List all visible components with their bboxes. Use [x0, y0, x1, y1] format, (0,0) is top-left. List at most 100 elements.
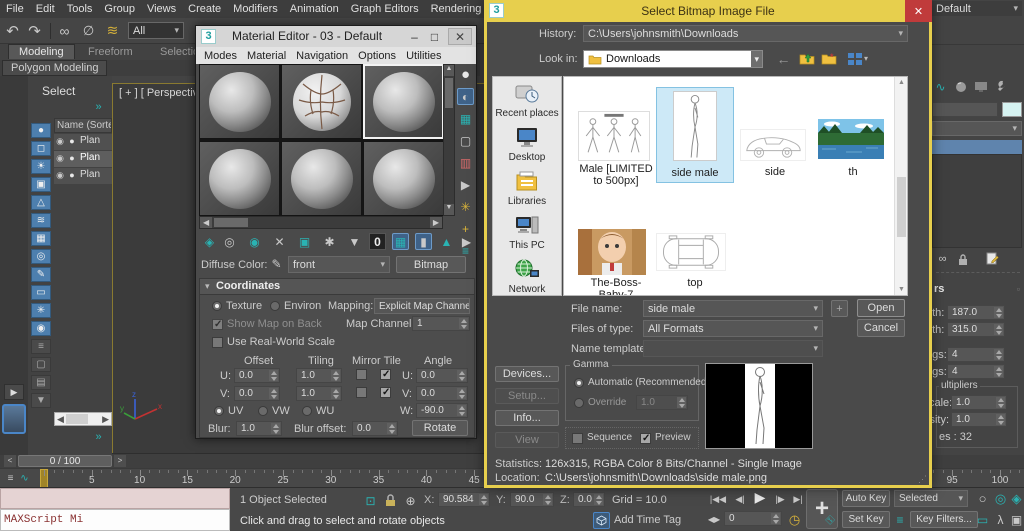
filter-helpers-icon[interactable]: △ [31, 195, 51, 210]
me-menu-utilities[interactable]: Utilities [406, 50, 441, 62]
density-field[interactable]: 1.0 [951, 412, 1007, 427]
spinner[interactable] [269, 388, 278, 399]
workspace-combo[interactable]: Default [932, 1, 1022, 16]
resize-grip[interactable]: ⋰ [918, 474, 927, 485]
scroll-up-arrow[interactable]: ▲ [898, 79, 905, 86]
go-parent-icon[interactable]: ▲ [438, 233, 455, 250]
name-template-combo[interactable] [643, 340, 823, 357]
absolute-offset-icon[interactable]: ⊕ [402, 492, 419, 509]
setup-button[interactable]: Setup... [495, 388, 559, 404]
time-slider-handle[interactable]: 0 / 100 [18, 455, 112, 467]
file-item-top-car[interactable]: top [656, 233, 734, 295]
modifier-stack-list[interactable] [932, 154, 1022, 248]
material-slot-3-active[interactable] [363, 64, 443, 139]
material-slot-4[interactable] [199, 141, 280, 216]
look-in-combo[interactable]: Downloads [583, 50, 763, 68]
spinner[interactable] [457, 405, 466, 416]
material-slot-2-textured[interactable] [281, 64, 362, 139]
expand-tray-icon[interactable]: ▶ [4, 384, 24, 400]
scroll-thumb[interactable] [214, 218, 249, 227]
spinner[interactable] [543, 494, 552, 505]
devices-button[interactable]: Devices... [495, 366, 559, 382]
explorer-filter-icon[interactable]: ▼ [31, 393, 51, 408]
bind-spacewarp-icon[interactable]: ≋ [104, 22, 121, 39]
y-coordinate-field[interactable]: 90.0 [510, 492, 554, 507]
material-slot-5[interactable] [281, 141, 362, 216]
play-icon[interactable]: ▶ [750, 489, 770, 506]
zoom-all-icon[interactable]: ◎ [992, 490, 1009, 507]
width-segs-field[interactable]: 4 [947, 364, 1005, 379]
dialog-close-icon[interactable]: ✕ [905, 0, 932, 22]
tab-motion-icon[interactable]: ∿ [932, 78, 949, 95]
frozen-dot-icon[interactable]: ● [66, 169, 78, 181]
spinner[interactable] [459, 318, 468, 329]
scroll-thumb[interactable] [445, 78, 453, 108]
spinner[interactable] [994, 307, 1003, 318]
curve-toggle-icon[interactable]: ∿ [16, 470, 33, 487]
explorer-blank-icon[interactable]: ▢ [31, 357, 51, 372]
close-icon[interactable]: ✕ [448, 28, 472, 45]
me-menu-material[interactable]: Material [247, 50, 286, 62]
zoom-extents-icon[interactable]: ◈ [1008, 490, 1024, 507]
scroll-thumb[interactable] [897, 177, 906, 237]
file-item-male-limited[interactable]: Male [LIMITED to 500px] [578, 111, 654, 187]
scale-field[interactable]: 1.0 [951, 395, 1007, 410]
menu-animation[interactable]: Animation [284, 1, 345, 17]
environ-radio[interactable] [270, 301, 280, 311]
maximize-icon[interactable]: □ [426, 28, 443, 45]
view-button[interactable]: View [495, 432, 559, 448]
sample-type-icon[interactable]: ● [457, 66, 474, 83]
previous-key-button[interactable]: < [4, 455, 16, 467]
filter-xrefs-icon[interactable]: ◎ [31, 249, 51, 264]
tab-freeform[interactable]: Freeform [78, 45, 143, 59]
modifier-stack-selected-row[interactable] [932, 140, 1022, 154]
open-button[interactable]: Open [857, 299, 905, 317]
file-item-side-car[interactable]: side [740, 129, 810, 183]
configure-modifier-sets-icon[interactable] [984, 250, 1001, 267]
me-menu-navigation[interactable]: Navigation [296, 50, 348, 62]
spinner[interactable] [387, 423, 396, 434]
put-material-icon[interactable]: ◎ [221, 233, 238, 250]
use-real-world-scale-checkbox[interactable] [212, 337, 223, 348]
files-of-type-combo[interactable]: All Formats [643, 320, 823, 337]
u-tiling-field[interactable]: 1.0 [296, 368, 342, 383]
zoom-icon[interactable]: ○ [974, 490, 991, 507]
up-one-level-icon[interactable] [798, 50, 815, 67]
tab-modeling[interactable]: Modeling [8, 44, 75, 59]
explorer-expand-chevrons[interactable]: » [90, 98, 107, 115]
menu-edit[interactable]: Edit [30, 1, 61, 17]
frozen-dot-icon[interactable]: ● [66, 152, 78, 164]
length-segs-field[interactable]: 4 [947, 347, 1005, 362]
tab-utilities-icon[interactable] [992, 78, 1009, 95]
filter-spacewarps-icon[interactable]: ≋ [31, 213, 51, 228]
gamma-override-field[interactable]: 1.0 [636, 395, 688, 410]
tab-display-icon[interactable] [952, 78, 969, 95]
filter-geometry-icon[interactable]: ● [31, 123, 51, 138]
menu-views[interactable]: Views [141, 1, 182, 17]
explorer-list-view-icon[interactable]: ≡ [31, 339, 51, 354]
spinner[interactable] [996, 397, 1005, 408]
walk-through-icon[interactable]: λ [992, 511, 1009, 528]
polygon-modeling-panel[interactable]: Polygon Modeling [2, 60, 108, 76]
goto-end-icon[interactable]: ▶| [790, 491, 806, 508]
maximize-viewport-icon[interactable]: ▣ [1008, 511, 1024, 528]
explorer-row-selected[interactable]: ◉ ● Plan [54, 151, 112, 167]
scroll-down-arrow[interactable]: ▼ [444, 204, 454, 215]
pin-stack-icon[interactable]: ∞ [934, 250, 951, 267]
spinner[interactable] [479, 494, 488, 505]
viewport-layout-tab[interactable] [2, 404, 26, 434]
history-combo[interactable]: C:\Users\johnsmith\Downloads [583, 25, 908, 42]
key-filter-set-combo[interactable]: Selected [894, 490, 968, 507]
view-menu-icon[interactable]: ▾ [845, 50, 871, 67]
coordinates-rollout-header[interactable]: ▾ Coordinates [200, 279, 474, 295]
bitmap-type-button[interactable]: Bitmap [396, 256, 466, 273]
info-button[interactable]: Info... [495, 410, 559, 426]
sequence-checkbox[interactable] [572, 433, 583, 444]
undo-icon[interactable]: ↶ [4, 22, 21, 40]
place-network[interactable]: Network [493, 258, 561, 295]
unlink-icon[interactable]: ∅ [80, 22, 97, 39]
spinner[interactable] [269, 370, 278, 381]
file-item-side-male-selected[interactable]: side male [656, 87, 734, 183]
go-sibling-icon[interactable]: ▶ [458, 233, 475, 250]
v-tiling-field[interactable]: 1.0 [296, 386, 342, 401]
